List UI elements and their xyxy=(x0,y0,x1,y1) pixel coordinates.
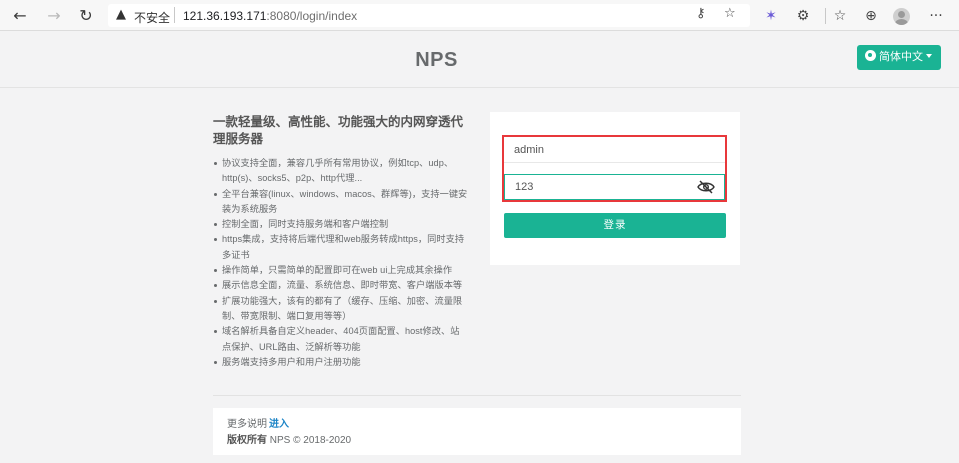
feature-item: 协议支持全面，兼容几乎所有常用协议，例如tcp、udp、http(s)、sock… xyxy=(213,156,468,187)
feature-item: 服务端支持多用户和用户注册功能 xyxy=(213,355,468,370)
page-header: NPS 简体中文 xyxy=(0,31,959,88)
language-dropdown-button[interactable]: 简体中文 xyxy=(857,45,941,70)
username-input[interactable] xyxy=(504,137,725,163)
copyright-strong: 版权所有 xyxy=(227,435,267,446)
language-label: 简体中文 xyxy=(879,51,923,63)
toolbar-divider xyxy=(825,8,826,24)
profile-avatar[interactable] xyxy=(893,8,910,25)
eye-slash-icon[interactable] xyxy=(697,180,715,194)
key-icon[interactable]: ⚷ xyxy=(696,6,706,21)
more-link[interactable]: 进入 xyxy=(269,419,289,430)
forward-icon[interactable]: → xyxy=(43,5,65,27)
caret-down-icon xyxy=(926,54,932,58)
feature-item: 全平台兼容(linux、windows、macos、群辉等)，支持一键安装为系统… xyxy=(213,187,468,218)
favorites-icon[interactable]: ☆ xyxy=(829,5,851,27)
feature-item: https集成，支持将后端代理和web服务转成https，同时支持多证书 xyxy=(213,232,468,263)
collections-icon[interactable]: ⊕ xyxy=(860,5,882,27)
copyright: 版权所有 NPS © 2018-2020 xyxy=(227,434,727,448)
url-path: :8080/login/index xyxy=(266,9,358,23)
intro-section: 一款轻量级、高性能、功能强大的内网穿透代理服务器 协议支持全面，兼容几乎所有常用… xyxy=(213,114,468,370)
brand-title: NPS xyxy=(415,49,458,71)
feature-item: 展示信息全面，流量、系统信息、即时带宽、客户端版本等 xyxy=(213,278,468,293)
extensions-icon[interactable]: ⚙ xyxy=(792,5,814,27)
footer-divider xyxy=(213,395,741,396)
reload-icon[interactable]: ↻ xyxy=(75,5,97,27)
browser-toolbar: ← → ↻ ▲ 不安全 121.36.193.171:8080/login/in… xyxy=(0,0,959,31)
back-icon[interactable]: ← xyxy=(9,5,31,27)
add-favorite-icon[interactable]: ☆ xyxy=(724,6,736,21)
insecure-label[interactable]: 不安全 xyxy=(134,9,170,26)
more-label: 更多说明 xyxy=(227,419,267,430)
url-text[interactable]: 121.36.193.171:8080/login/index xyxy=(183,9,357,23)
address-bar[interactable]: ▲ 不安全 121.36.193.171:8080/login/index ⚷ … xyxy=(108,4,750,27)
url-host: 121.36.193.171 xyxy=(183,9,267,23)
extension-icon[interactable]: ✶ xyxy=(760,5,782,27)
address-divider xyxy=(174,7,175,23)
copyright-text: NPS © 2018-2020 xyxy=(267,435,352,446)
feature-item: 控制全面，同时支持服务端和客户端控制 xyxy=(213,217,468,232)
more-info: 更多说明 进入 xyxy=(227,418,727,432)
feature-item: 域名解析具备自定义header、404页面配置、host修改、站点保护、URL路… xyxy=(213,324,468,355)
password-input[interactable] xyxy=(504,174,725,200)
intro-title: 一款轻量级、高性能、功能强大的内网穿透代理服务器 xyxy=(213,115,464,146)
feature-item: 操作简单，只需简单的配置即可在web ui上完成其余操作 xyxy=(213,263,468,278)
globe-icon xyxy=(865,50,876,61)
warning-icon[interactable]: ▲ xyxy=(116,7,126,22)
footer: 更多说明 进入 版权所有 NPS © 2018-2020 xyxy=(213,408,741,455)
login-button[interactable]: 登录 xyxy=(504,213,726,238)
feature-item: 扩展功能强大，该有的都有了（缓存、压缩、加密、流量限制、带宽限制、端口复用等等） xyxy=(213,294,468,325)
menu-icon[interactable]: ··· xyxy=(925,5,947,27)
feature-list: 协议支持全面，兼容几乎所有常用协议，例如tcp、udp、http(s)、sock… xyxy=(213,156,468,370)
